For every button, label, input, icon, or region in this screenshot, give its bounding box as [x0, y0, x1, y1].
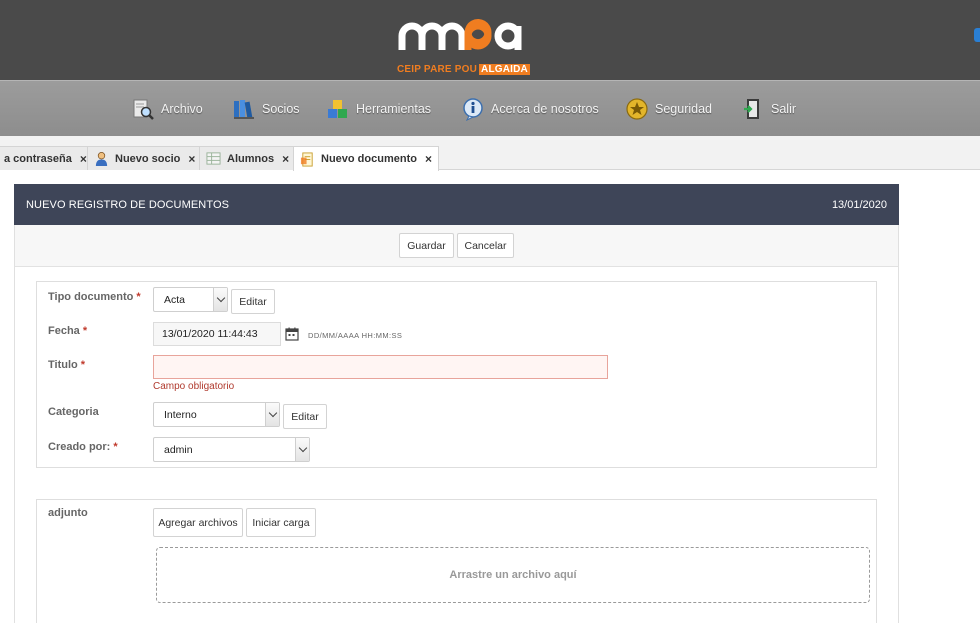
document-icon	[300, 151, 313, 167]
cancel-button[interactable]: Cancelar	[457, 233, 514, 258]
label-text: Titulo	[48, 359, 78, 371]
creado-por-select[interactable]: admin	[153, 437, 310, 462]
info-icon	[463, 98, 483, 121]
select-value: Interno	[164, 408, 197, 421]
action-bar: Guardar Cancelar	[14, 225, 899, 267]
menu-label: Socios	[262, 102, 300, 116]
required-mark: *	[80, 359, 86, 371]
badge-icon	[626, 98, 648, 120]
tab-label: a contraseña	[4, 152, 72, 165]
creado-por-label: Creado por: *	[48, 441, 118, 453]
close-icon[interactable]: ×	[188, 152, 195, 166]
exit-door-icon	[744, 99, 759, 119]
tab-label: Alumnos	[227, 152, 275, 165]
categoria-select[interactable]: Interno	[153, 402, 280, 427]
panel-title: NUEVO REGISTRO DE DOCUMENTOS	[26, 199, 230, 211]
titulo-error-message: Campo obligatorio	[153, 381, 235, 392]
categoria-edit-button[interactable]: Editar	[283, 404, 327, 429]
chevron-down-icon	[213, 288, 227, 311]
start-upload-button[interactable]: Iniciar carga	[246, 508, 316, 537]
menu-label: Salir	[771, 102, 797, 116]
logo-caption-strong: ALGAIDA	[479, 64, 530, 75]
panel-date: 13/01/2020	[831, 199, 887, 211]
label-text: Tipo documento	[48, 291, 134, 303]
tab-cambiar-contrasena[interactable]: a contraseña ×	[0, 146, 94, 170]
fecha-input[interactable]: 13/01/2020 11:44:43	[153, 322, 281, 346]
adjunto-label: adjunto	[48, 507, 88, 519]
tipo-documento-select[interactable]: Acta	[153, 287, 228, 312]
chevron-down-icon	[265, 403, 279, 426]
tab-nuevo-documento[interactable]: Nuevo documento ×	[293, 146, 439, 171]
required-mark: *	[113, 441, 118, 453]
top-header: CEIP PARE POU ALGAIDA	[0, 0, 980, 80]
fecha-label: Fecha *	[48, 325, 87, 337]
label-text: Categoria	[48, 406, 99, 418]
close-icon[interactable]: ×	[80, 152, 87, 166]
menu-item-socios[interactable]: Socios	[232, 81, 300, 137]
blocks-icon	[328, 100, 347, 118]
save-button[interactable]: Guardar	[399, 233, 454, 258]
titulo-input[interactable]	[153, 355, 608, 379]
tab-nuevo-socio[interactable]: Nuevo socio ×	[87, 146, 203, 170]
menu-item-herramientas[interactable]: Herramientas	[326, 81, 431, 137]
table-icon	[206, 152, 221, 165]
add-files-button[interactable]: Agregar archivos	[153, 508, 243, 537]
menu-item-acerca[interactable]: Acerca de nosotros	[461, 81, 599, 137]
panel-header: NUEVO REGISTRO DE DOCUMENTOS 13/01/2020	[14, 184, 899, 225]
date-format-hint: DD/MM/AAAA HH:MM:SS	[308, 331, 403, 340]
titulo-label: Titulo *	[48, 359, 85, 371]
select-value: admin	[164, 443, 193, 456]
tab-label: Nuevo socio	[115, 152, 181, 165]
menu-label: Herramientas	[356, 102, 432, 116]
menu-label: Seguridad	[655, 102, 712, 116]
menu-item-seguridad[interactable]: Seguridad	[625, 81, 712, 137]
user-icon	[95, 152, 108, 166]
dropzone-text: Arrastre un archivo aquí	[449, 569, 577, 581]
search-file-icon	[133, 99, 154, 120]
label-text: Fecha	[48, 325, 80, 337]
logo-caption-text: CEIP PARE POU	[397, 64, 478, 75]
label-text: Creado por:	[48, 441, 111, 453]
menu-item-salir[interactable]: Salir	[741, 81, 796, 137]
tab-label: Nuevo documento	[321, 153, 417, 165]
logo-caption: CEIP PARE POU ALGAIDA	[397, 64, 530, 75]
tab-alumnos[interactable]: Alumnos ×	[199, 146, 297, 170]
menu-label: Archivo	[161, 102, 203, 116]
corner-indicator-icon	[974, 28, 980, 42]
tipo-documento-label: Tipo documento *	[48, 291, 141, 303]
file-dropzone[interactable]: Arrastre un archivo aquí	[156, 547, 870, 603]
calendar-icon[interactable]	[285, 327, 299, 341]
required-mark: *	[136, 291, 141, 303]
tipo-edit-button[interactable]: Editar	[231, 289, 275, 314]
main-menubar: Archivo Socios Herramientas Acerca de no…	[0, 80, 980, 136]
close-icon[interactable]: ×	[425, 152, 432, 166]
required-mark: *	[82, 325, 88, 337]
select-value: Acta	[164, 293, 186, 306]
menu-label: Acerca de nosotros	[491, 102, 599, 116]
books-icon	[234, 100, 254, 119]
menu-item-archivo[interactable]: Archivo	[131, 81, 203, 137]
tab-strip: a contraseña × Nuevo socio × Alumnos × N…	[0, 136, 980, 171]
chevron-down-icon	[295, 438, 309, 461]
close-icon[interactable]: ×	[282, 152, 289, 166]
categoria-label: Categoria	[48, 406, 99, 418]
